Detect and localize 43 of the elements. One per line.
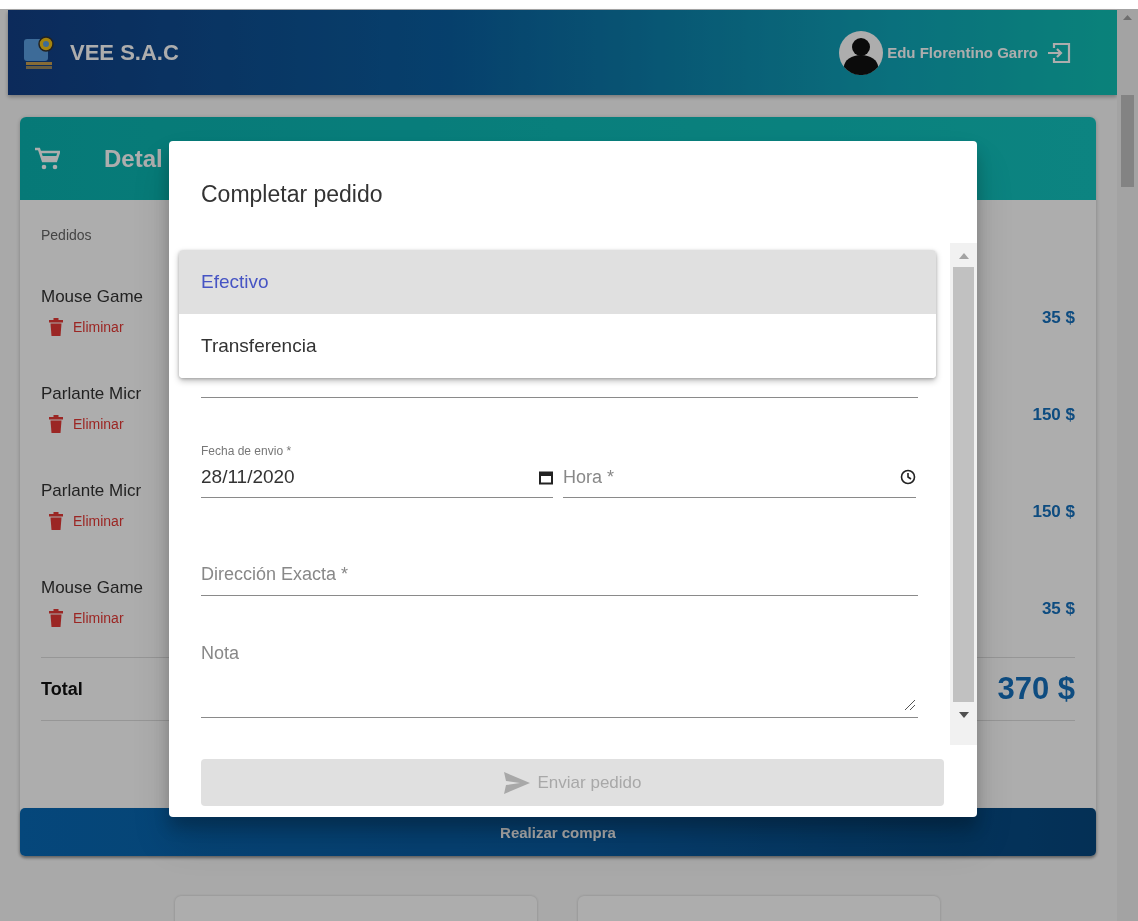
product-name: Mouse Game bbox=[41, 286, 144, 308]
product-name: Parlante Micr bbox=[41, 383, 142, 405]
logo-icon bbox=[22, 34, 56, 71]
brand-name: VEE S.A.C bbox=[70, 39, 179, 66]
menu-option[interactable]: Efectivo bbox=[179, 250, 936, 314]
menu-option[interactable]: Transferencia bbox=[179, 314, 936, 378]
scrollbar-thumb[interactable] bbox=[953, 267, 974, 702]
logout-icon[interactable] bbox=[1046, 40, 1072, 65]
remove-link[interactable]: Eliminar bbox=[73, 610, 124, 626]
dialog-title: Completar pedido bbox=[201, 181, 383, 208]
cart-icon bbox=[34, 146, 60, 171]
field-label: Fecha de envio * bbox=[201, 444, 293, 460]
send-icon bbox=[503, 771, 530, 794]
date-field[interactable]: Fecha de envio * 28/11/2020 bbox=[201, 444, 553, 498]
clock-icon[interactable] bbox=[900, 469, 916, 485]
resize-handle-icon[interactable] bbox=[904, 699, 916, 711]
remove-link[interactable]: Eliminar bbox=[73, 513, 124, 529]
remove-link[interactable]: Eliminar bbox=[73, 416, 124, 432]
total-label: Total bbox=[41, 678, 83, 700]
product-price: 150 $ bbox=[1032, 403, 1075, 425]
time-field[interactable]: Hora * bbox=[563, 444, 916, 498]
trash-icon[interactable] bbox=[49, 318, 63, 336]
calendar-icon[interactable] bbox=[539, 469, 553, 485]
trash-icon[interactable] bbox=[49, 415, 63, 433]
scroll-up-icon[interactable] bbox=[1123, 15, 1132, 20]
scroll-up-icon[interactable] bbox=[958, 253, 969, 259]
trash-icon[interactable] bbox=[49, 512, 63, 530]
scroll-down-icon[interactable] bbox=[958, 712, 969, 718]
section-label: Pedidos bbox=[41, 226, 93, 244]
trash-icon[interactable] bbox=[49, 609, 63, 627]
product-price: 150 $ bbox=[1032, 500, 1075, 522]
user-name: Edu Florentino Garro bbox=[887, 44, 1038, 61]
scrollbar-thumb[interactable] bbox=[1121, 95, 1134, 187]
total-amount: 370 $ bbox=[997, 671, 1075, 707]
product-name: Mouse Game bbox=[41, 577, 144, 599]
address-field[interactable]: Dirección Exacta * bbox=[201, 543, 918, 596]
remove-link[interactable]: Eliminar bbox=[73, 319, 124, 335]
product-name: Parlante Micr bbox=[41, 480, 142, 502]
card-title: Detal bbox=[104, 144, 163, 173]
avatar-icon[interactable] bbox=[839, 30, 884, 75]
note-field[interactable]: Nota bbox=[201, 643, 918, 718]
product-price: 35 $ bbox=[1041, 597, 1075, 619]
product-price: 35 $ bbox=[1041, 306, 1075, 328]
